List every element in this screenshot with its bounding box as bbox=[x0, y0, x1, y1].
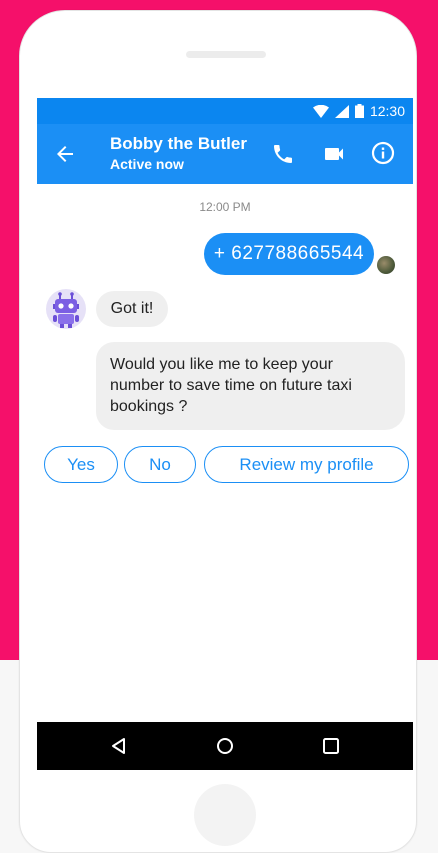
incoming-message: Would you like me to keep your number to… bbox=[96, 342, 405, 430]
quick-reply-review-profile[interactable]: Review my profile bbox=[204, 446, 409, 483]
status-time: 12:30 bbox=[369, 103, 405, 119]
phone-speaker bbox=[186, 51, 266, 58]
nav-home-icon[interactable] bbox=[215, 736, 235, 756]
wifi-icon bbox=[312, 104, 329, 118]
phone-icon[interactable] bbox=[271, 142, 295, 166]
app-screen: 12:30 Bobby the Butler Active now 12:00 … bbox=[37, 98, 413, 770]
user-avatar bbox=[377, 256, 395, 274]
incoming-message: Got it! bbox=[96, 291, 168, 327]
nav-back-icon[interactable] bbox=[109, 736, 129, 756]
nav-recent-apps-icon[interactable] bbox=[322, 737, 340, 755]
back-arrow-icon[interactable] bbox=[53, 142, 77, 166]
signal-icon bbox=[334, 104, 349, 118]
quick-reply-yes[interactable]: Yes bbox=[44, 446, 118, 483]
phone-home-button[interactable] bbox=[194, 784, 256, 846]
quick-reply-no[interactable]: No bbox=[124, 446, 196, 483]
conversation-header: Bobby the Butler Active now bbox=[37, 124, 413, 184]
status-bar: 12:30 bbox=[37, 98, 413, 124]
outgoing-message: + 627788665544 bbox=[204, 233, 374, 275]
contact-status: Active now bbox=[110, 156, 184, 172]
bot-avatar bbox=[46, 289, 86, 329]
video-camera-icon[interactable] bbox=[322, 142, 346, 166]
robot-icon bbox=[53, 292, 79, 328]
android-nav-bar bbox=[37, 722, 413, 770]
info-icon[interactable] bbox=[370, 140, 396, 166]
battery-icon bbox=[354, 104, 364, 118]
message-timestamp: 12:00 PM bbox=[199, 200, 251, 214]
contact-name[interactable]: Bobby the Butler bbox=[110, 134, 247, 154]
